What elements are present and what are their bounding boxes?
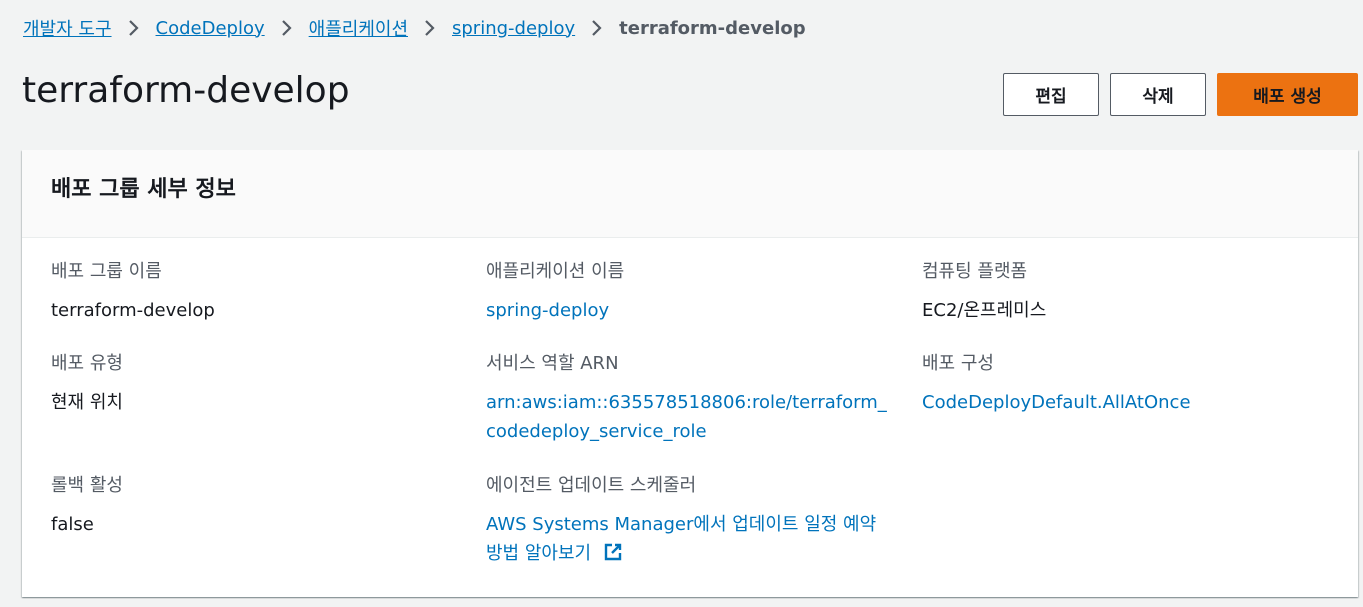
page-title: terraform-develop [22, 70, 350, 111]
application-name-link[interactable]: spring-deploy [486, 300, 609, 321]
deployment-type-value: 현재 위치 [51, 392, 123, 413]
compute-platform-label: 컴퓨팅 플랫폼 [922, 261, 1028, 282]
deployment-config-label: 배포 구성 [922, 353, 994, 374]
deployment-config-value-wrap: CodeDeployDefault.AllAtOnce [922, 388, 1332, 417]
breadcrumb: 개발자 도구 CodeDeploy 애플리케이션 spring-deploy t… [23, 14, 806, 42]
external-link-icon[interactable] [603, 542, 623, 571]
field-group-name: 배포 그룹 이름 terraform-develop [51, 258, 461, 325]
edit-button[interactable]: 편집 [1003, 73, 1099, 116]
breadcrumb-applications[interactable]: 애플리케이션 [309, 15, 408, 41]
service-role-arn-link[interactable]: arn:aws:iam::635578518806:role/terraform… [486, 392, 887, 442]
chevron-right-icon [112, 14, 156, 42]
field-compute-platform: 컴퓨팅 플랫폼 EC2/온프레미스 [922, 258, 1332, 325]
compute-platform-value: EC2/온프레미스 [922, 300, 1047, 321]
deployment-type-label: 배포 유형 [51, 353, 123, 374]
breadcrumb-developer-tools[interactable]: 개발자 도구 [23, 15, 112, 41]
field-rollback-enabled: 롤백 활성 false [51, 472, 461, 539]
chevron-right-icon [575, 14, 619, 42]
rollback-enabled-value: false [51, 514, 94, 535]
field-application-name: 애플리케이션 이름 spring-deploy [486, 258, 896, 325]
field-service-role-arn: 서비스 역할 ARN arn:aws:iam::635578518806:rol… [486, 350, 896, 446]
agent-update-scheduler-label: 에이전트 업데이트 스케줄러 [486, 475, 697, 496]
service-role-arn-label: 서비스 역할 ARN [486, 353, 619, 374]
service-role-arn-value-wrap: arn:aws:iam::635578518806:role/terraform… [486, 388, 896, 446]
agent-update-scheduler-value-wrap: AWS Systems Manager에서 업데이트 일정 예약 방법 알아보기 [486, 510, 906, 571]
breadcrumb-current: terraform-develop [619, 17, 806, 39]
create-deployment-button[interactable]: 배포 생성 [1217, 73, 1358, 116]
application-name-label: 애플리케이션 이름 [486, 261, 625, 282]
group-name-label: 배포 그룹 이름 [51, 261, 162, 282]
chevron-right-icon [408, 14, 452, 42]
panel-header: 배포 그룹 세부 정보 [22, 150, 1358, 238]
field-deployment-type: 배포 유형 현재 위치 [51, 350, 461, 417]
chevron-right-icon [265, 14, 309, 42]
group-name-value: terraform-develop [51, 300, 215, 321]
agent-update-scheduler-link[interactable]: AWS Systems Manager에서 업데이트 일정 예약 방법 알아보기 [486, 514, 876, 564]
deployment-group-details-panel: 배포 그룹 세부 정보 배포 그룹 이름 terraform-develop 배… [22, 150, 1358, 597]
breadcrumb-codedeploy[interactable]: CodeDeploy [156, 18, 265, 39]
delete-button[interactable]: 삭제 [1110, 73, 1206, 116]
field-deployment-config: 배포 구성 CodeDeployDefault.AllAtOnce [922, 350, 1332, 417]
panel-title: 배포 그룹 세부 정보 [51, 177, 236, 202]
field-agent-update-scheduler: 에이전트 업데이트 스케줄러 AWS Systems Manager에서 업데이… [486, 472, 906, 571]
rollback-enabled-label: 롤백 활성 [51, 475, 123, 496]
deployment-config-link[interactable]: CodeDeployDefault.AllAtOnce [922, 392, 1191, 413]
breadcrumb-spring-deploy[interactable]: spring-deploy [452, 18, 575, 39]
application-name-value-wrap: spring-deploy [486, 296, 896, 325]
